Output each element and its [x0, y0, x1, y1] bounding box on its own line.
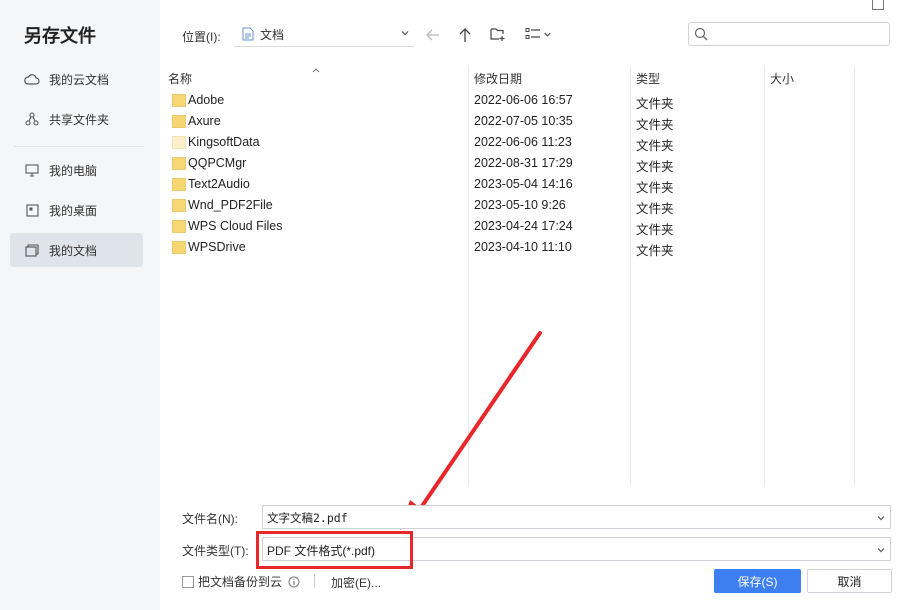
filetype-label: 文件类型(T): [182, 544, 249, 558]
divider [314, 574, 315, 588]
info-icon[interactable] [288, 576, 300, 588]
filename-field[interactable]: 文字文稿2.pdf [262, 505, 891, 529]
chevron-down-icon[interactable] [876, 512, 886, 526]
filename-label: 文件名(N): [182, 512, 238, 526]
backup-label: 把文档备份到云 [198, 575, 283, 589]
backup-checkbox[interactable] [182, 575, 194, 588]
chevron-down-icon [876, 544, 886, 558]
filename-value: 文字文稿2.pdf [267, 511, 348, 525]
highlight-box [256, 531, 413, 569]
save-button[interactable]: 保存(S) [714, 569, 801, 593]
backup-option[interactable]: 把文档备份到云 [182, 573, 300, 590]
cancel-button[interactable]: 取消 [807, 569, 892, 593]
encrypt-link[interactable]: 加密(E)... [331, 574, 381, 591]
